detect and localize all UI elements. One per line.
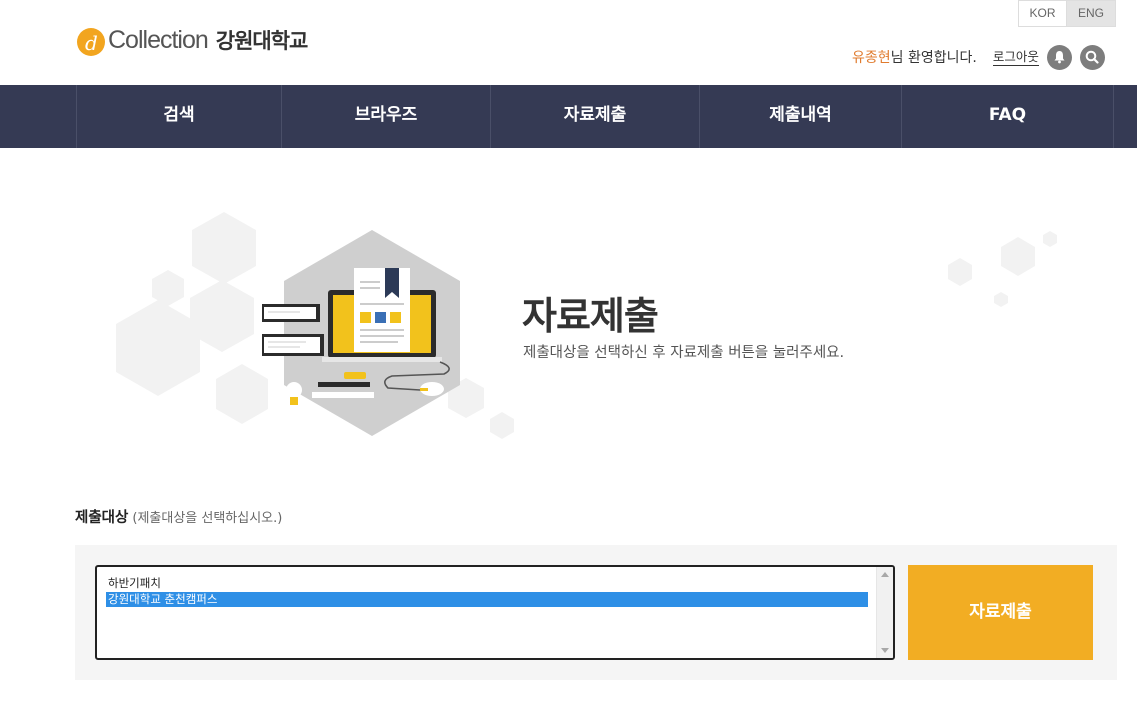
nav-item-browse[interactable]: 브라우즈	[282, 85, 491, 148]
lang-kor-button[interactable]: KOR	[1018, 0, 1067, 27]
target-label-text: 제출대상	[75, 510, 129, 526]
logo-text: Collection	[108, 25, 209, 54]
site-logo[interactable]: d Collection 강원대학교	[76, 20, 309, 60]
notification-button[interactable]	[1046, 44, 1072, 70]
lang-eng-button[interactable]: ENG	[1067, 0, 1116, 27]
language-switcher: KOR ENG	[1018, 0, 1116, 27]
dcollection-logo-icon: d	[77, 28, 105, 56]
site-header: d Collection 강원대학교 KOR ENG 유종현 님 환영합니다. …	[0, 0, 1137, 85]
nav-item-search[interactable]: 검색	[77, 85, 282, 148]
target-hint: (제출대상을 선택하십시오.)	[132, 511, 283, 526]
logout-link[interactable]: 로그아웃	[992, 49, 1039, 66]
search-button[interactable]	[1079, 44, 1105, 70]
user-name: 유종현	[852, 50, 891, 66]
nav-item-history[interactable]: 제출내역	[700, 85, 902, 148]
page-title: 자료제출	[522, 294, 659, 338]
target-option[interactable]: 하반기패치	[106, 576, 868, 591]
submit-button[interactable]: 자료제출	[908, 565, 1093, 660]
nav-item-submit[interactable]: 자료제출	[491, 85, 700, 148]
search-icon	[1086, 50, 1099, 64]
main-nav: 검색 브라우즈 자료제출 제출내역 FAQ	[0, 85, 1137, 148]
target-listbox[interactable]: 하반기패치 강원대학교 춘천캠퍼스	[95, 565, 895, 660]
listbox-scrollbar[interactable]	[876, 567, 893, 658]
page-subtitle: 제출대상을 선택하신 후 자료제출 버튼을 눌러주세요.	[523, 345, 845, 361]
user-area: 유종현 님 환영합니다. 로그아웃	[852, 44, 1105, 70]
target-label: 제출대상 (제출대상을 선택하십시오.)	[75, 506, 282, 527]
welcome-text: 님 환영합니다.	[890, 50, 977, 66]
scroll-down-icon[interactable]	[881, 648, 889, 653]
nav-item-faq[interactable]: FAQ	[902, 85, 1114, 148]
target-panel: 하반기패치 강원대학교 춘천캠퍼스 자료제출	[75, 545, 1117, 680]
target-option-selected[interactable]: 강원대학교 춘천캠퍼스	[106, 592, 868, 607]
svg-text:d: d	[85, 31, 98, 55]
scroll-up-icon[interactable]	[881, 572, 889, 577]
university-name: 강원대학교	[215, 29, 309, 53]
hero-section: 자료제출 제출대상을 선택하신 후 자료제출 버튼을 눌러주세요.	[0, 148, 1137, 478]
bell-icon	[1054, 51, 1065, 64]
